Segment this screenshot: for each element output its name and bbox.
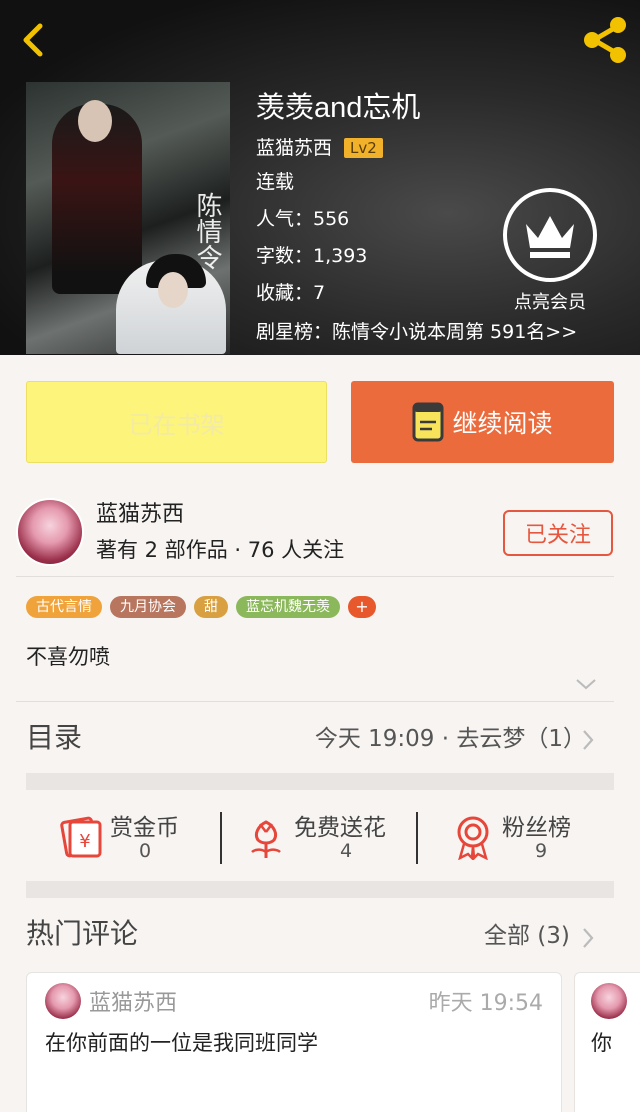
author-card: 蓝猫苏西 著有 2 部作品 · 76 人关注 已关注	[16, 496, 624, 576]
comment-author[interactable]: 蓝猫苏西	[89, 985, 177, 1017]
latest-chapter[interactable]: 今天 19:09 · 去云梦（1）	[315, 722, 586, 756]
divider	[220, 812, 222, 864]
svg-text:¥: ¥	[79, 831, 90, 852]
toc-label[interactable]: 目录	[26, 718, 82, 758]
tag-chip[interactable]: 甜	[194, 596, 228, 618]
send-flowers-button[interactable]: 免费送花 4	[244, 800, 424, 880]
divider	[16, 701, 614, 702]
book-rank-link[interactable]: 剧星榜：陈情令小说本周第 591名>>	[256, 314, 577, 350]
avatar[interactable]	[45, 983, 81, 1019]
back-button[interactable]	[12, 18, 56, 62]
cover-figure-face	[158, 272, 188, 308]
book-icon	[412, 402, 444, 442]
red-envelope-icon: ¥	[60, 816, 102, 858]
chevron-right-icon	[583, 730, 594, 750]
fan-ranking-label: 粉丝榜	[502, 815, 571, 841]
tag-list: 古代言情 九月协会 甜 蓝忘机魏无羡 +	[26, 596, 376, 618]
comment-card[interactable]: 你	[574, 972, 640, 1112]
in-shelf-label: 已在书架	[128, 410, 225, 439]
book-author-row: 蓝猫苏西 Lv2	[256, 132, 420, 164]
add-tag-button[interactable]: +	[348, 596, 376, 618]
crown-icon	[526, 216, 574, 258]
book-status: 连载	[256, 171, 295, 193]
book-cover[interactable]: 陈情令	[26, 82, 230, 354]
author-stats: 著有 2 部作品 · 76 人关注	[96, 538, 345, 562]
avatar[interactable]	[16, 498, 84, 566]
author-name[interactable]: 蓝猫苏西	[96, 498, 184, 532]
comment-card[interactable]: 蓝猫苏西 昨天 19:54 在你前面的一位是我同班同学	[26, 972, 562, 1112]
book-info: 羡羡and忘机 蓝猫苏西 Lv2 连载 人气：556 字数：1,393 收藏：7	[256, 86, 420, 312]
follow-label: 已关注	[524, 523, 591, 548]
section-separator	[26, 881, 614, 898]
hot-comments-title: 热门评论	[26, 917, 139, 950]
fan-ranking-value: 9	[534, 840, 548, 862]
book-popularity: 人气：556	[256, 208, 350, 230]
vip-circle	[503, 188, 597, 282]
reward-coins-label: 赏金币	[110, 815, 179, 841]
book-header: 陈情令 羡羡and忘机 蓝猫苏西 Lv2 连载 人气：556 字数：1,393 …	[0, 0, 640, 355]
cover-figure-face	[78, 100, 112, 142]
avatar[interactable]	[591, 983, 627, 1019]
all-comments-link[interactable]: 全部 (3)	[484, 920, 570, 952]
follow-button[interactable]: 已关注	[503, 510, 613, 556]
comment-text: 你	[591, 1031, 612, 1055]
level-badge: Lv2	[344, 138, 383, 158]
share-icon	[584, 17, 626, 63]
book-author[interactable]: 蓝猫苏西	[256, 132, 332, 164]
divider	[416, 812, 418, 864]
tag-chip[interactable]: 九月协会	[110, 596, 186, 618]
comment-text: 在你前面的一位是我同班同学	[45, 1031, 318, 1055]
in-shelf-button[interactable]: 已在书架	[26, 381, 327, 463]
book-favorites: 收藏：7	[256, 282, 326, 304]
book-word-count: 字数：1,393	[256, 245, 368, 267]
interaction-stats: ¥ 赏金币 0 免费送花 4 粉丝榜 9	[26, 800, 614, 880]
comment-time: 昨天 19:54	[428, 991, 543, 1016]
continue-reading-button[interactable]: 继续阅读	[351, 381, 614, 463]
chevron-right-icon	[583, 928, 594, 948]
continue-reading-label: 继续阅读	[452, 409, 553, 438]
expand-description-button[interactable]	[574, 676, 598, 695]
divider	[16, 576, 614, 577]
send-flowers-label: 免费送花	[294, 815, 386, 841]
reward-coins-button[interactable]: ¥ 赏金币 0	[56, 800, 216, 880]
tag-chip[interactable]: 蓝忘机魏无羡	[236, 596, 340, 618]
chevron-left-icon	[23, 23, 43, 57]
book-title: 羡羡and忘机	[256, 92, 421, 124]
all-comments-arrow[interactable]	[580, 926, 596, 954]
medal-icon	[457, 816, 489, 860]
tag-chip[interactable]: 古代言情	[26, 596, 102, 618]
section-separator	[26, 773, 614, 790]
flower-icon	[251, 820, 281, 858]
toc-arrow[interactable]	[580, 728, 596, 756]
reward-coins-value: 0	[138, 840, 152, 862]
share-button[interactable]	[578, 14, 632, 66]
vip-label: 点亮会员	[514, 292, 586, 313]
chevron-down-icon	[576, 679, 596, 690]
fan-ranking-button[interactable]: 粉丝榜 9	[452, 800, 614, 880]
send-flowers-value: 4	[339, 840, 353, 862]
vip-button[interactable]: 点亮会员	[500, 188, 600, 314]
book-description: 不喜勿喷	[26, 645, 110, 669]
